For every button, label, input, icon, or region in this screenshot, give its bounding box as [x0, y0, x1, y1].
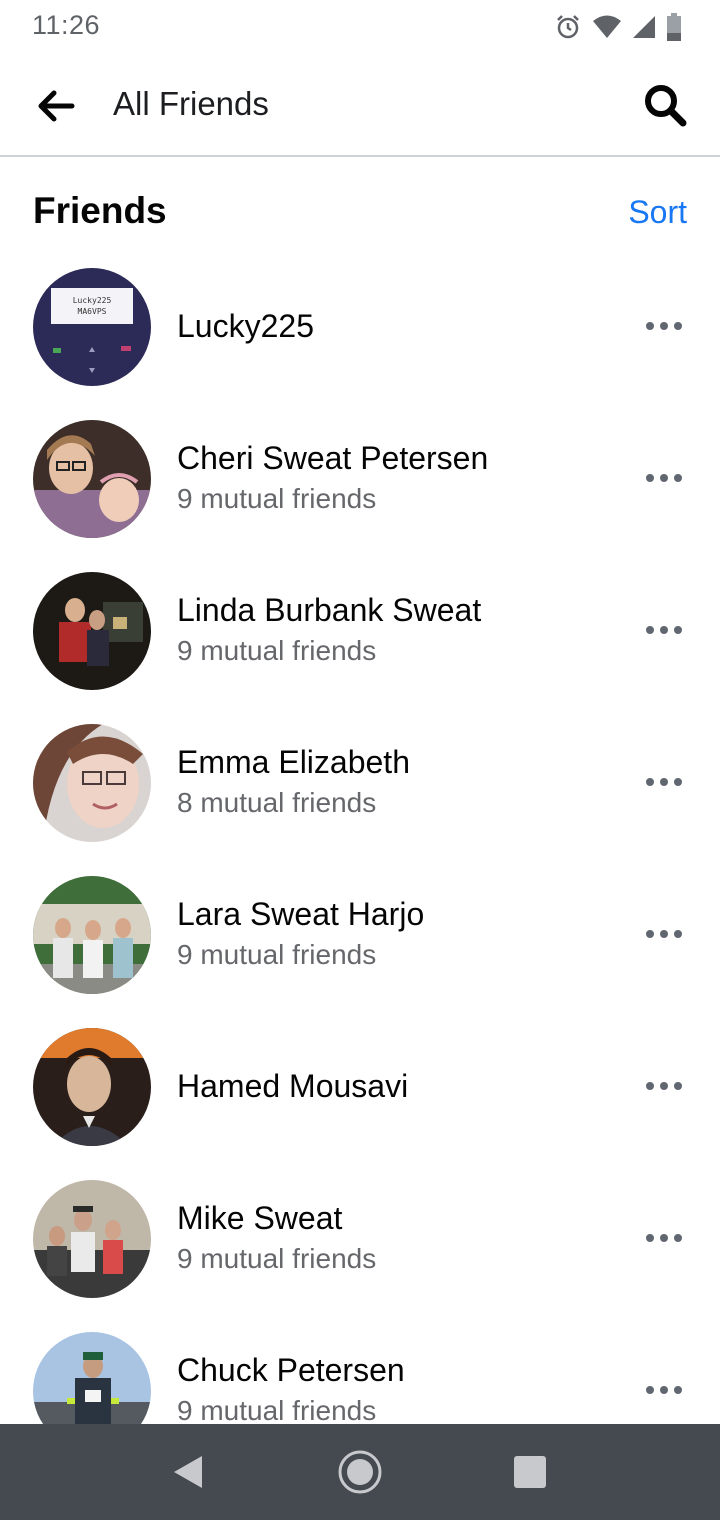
more-dots-icon: [646, 1082, 682, 1090]
avatar[interactable]: [33, 1180, 151, 1298]
friend-text: Mike Sweat 9 mutual friends: [177, 1162, 376, 1314]
friend-text: Lara Sweat Harjo 9 mutual friends: [177, 858, 424, 1010]
avatar[interactable]: Lucky225 MA6VPS: [33, 268, 151, 386]
friend-name: Emma Elizabeth: [177, 744, 410, 780]
nav-back-button[interactable]: [166, 1448, 214, 1496]
avatar[interactable]: [33, 420, 151, 538]
avatar[interactable]: [33, 1028, 151, 1146]
system-nav-bar: [0, 1424, 720, 1520]
avatar-sign-line-1: Lucky225: [73, 296, 112, 305]
arrow-left-icon: [38, 90, 75, 122]
friend-name: Chuck Petersen: [177, 1352, 405, 1388]
friend-text: Linda Burbank Sweat 9 mutual friends: [177, 554, 481, 706]
sort-button[interactable]: Sort: [628, 194, 687, 231]
avatar-sign-line-2: MA6VPS: [78, 307, 107, 316]
friend-row-cheri-sweat-petersen[interactable]: Cheri Sweat Petersen 9 mutual friends: [0, 402, 720, 554]
battery-icon: [666, 13, 682, 41]
more-dots-icon: [646, 626, 682, 634]
avatar[interactable]: [33, 876, 151, 994]
friend-row-lara-sweat-harjo[interactable]: Lara Sweat Harjo 9 mutual friends: [0, 858, 720, 1010]
friend-list: Lucky225 MA6VPS Lucky225 Cheri Sweat Pet…: [0, 250, 720, 1466]
avatar[interactable]: [33, 572, 151, 690]
more-dots-icon: [646, 1386, 682, 1394]
friend-name: Mike Sweat: [177, 1200, 343, 1236]
friend-name: Linda Burbank Sweat: [177, 592, 482, 628]
more-options-button[interactable]: [644, 620, 684, 640]
back-triangle-icon: [174, 1456, 202, 1488]
search-icon: [645, 85, 687, 127]
more-options-button[interactable]: [644, 1380, 684, 1400]
more-dots-icon: [646, 778, 682, 786]
friend-text: Hamed Mousavi: [177, 1010, 408, 1162]
wifi-icon: [592, 14, 622, 40]
friend-row-lucky225[interactable]: Lucky225 MA6VPS Lucky225: [0, 250, 720, 402]
avatar[interactable]: [33, 724, 151, 842]
friend-name: Lucky225: [177, 308, 314, 344]
mutual-friends-count: 8 mutual friends: [177, 787, 377, 818]
friend-name: Hamed Mousavi: [177, 1068, 409, 1104]
friend-row-linda-burbank-sweat[interactable]: Linda Burbank Sweat 9 mutual friends: [0, 554, 720, 706]
mutual-friends-count: 9 mutual friends: [177, 483, 377, 514]
friend-text: Emma Elizabeth 8 mutual friends: [177, 706, 410, 858]
app-header: All Friends: [0, 56, 720, 157]
more-dots-icon: [646, 474, 682, 482]
signal-icon: [632, 14, 656, 40]
back-button[interactable]: [34, 86, 78, 126]
more-options-button[interactable]: [644, 1228, 684, 1248]
search-button[interactable]: [642, 82, 688, 128]
friend-row-hamed-mousavi[interactable]: Hamed Mousavi: [0, 1010, 720, 1162]
friend-row-mike-sweat[interactable]: Mike Sweat 9 mutual friends: [0, 1162, 720, 1314]
more-dots-icon: [646, 930, 682, 938]
status-time: 11:26: [32, 10, 101, 40]
nav-recents-button[interactable]: [506, 1448, 554, 1496]
page-title: All Friends: [113, 85, 269, 122]
more-dots-icon: [646, 322, 682, 330]
nav-home-button[interactable]: [336, 1448, 384, 1496]
mutual-friends-count: 9 mutual friends: [177, 1243, 377, 1274]
recents-square-icon: [514, 1456, 546, 1488]
section-title: Friends: [33, 190, 167, 231]
friend-row-emma-elizabeth[interactable]: Emma Elizabeth 8 mutual friends: [0, 706, 720, 858]
alarm-icon: [554, 13, 582, 41]
mutual-friends-count: 9 mutual friends: [177, 939, 377, 970]
more-dots-icon: [646, 1234, 682, 1242]
more-options-button[interactable]: [644, 1076, 684, 1096]
more-options-button[interactable]: [644, 772, 684, 792]
friends-section-header: Friends Sort: [0, 158, 720, 258]
more-options-button[interactable]: [644, 468, 684, 488]
more-options-button[interactable]: [644, 316, 684, 336]
friend-text: Cheri Sweat Petersen 9 mutual friends: [177, 402, 488, 554]
friend-name: Cheri Sweat Petersen: [177, 440, 489, 476]
home-circle-icon: [338, 1450, 382, 1494]
status-bar: 11:26: [0, 0, 720, 56]
friend-name: Lara Sweat Harjo: [177, 896, 425, 932]
mutual-friends-count: 9 mutual friends: [177, 635, 377, 666]
friend-text: Lucky225: [177, 250, 314, 402]
more-options-button[interactable]: [644, 924, 684, 944]
status-icons: [554, 12, 682, 42]
